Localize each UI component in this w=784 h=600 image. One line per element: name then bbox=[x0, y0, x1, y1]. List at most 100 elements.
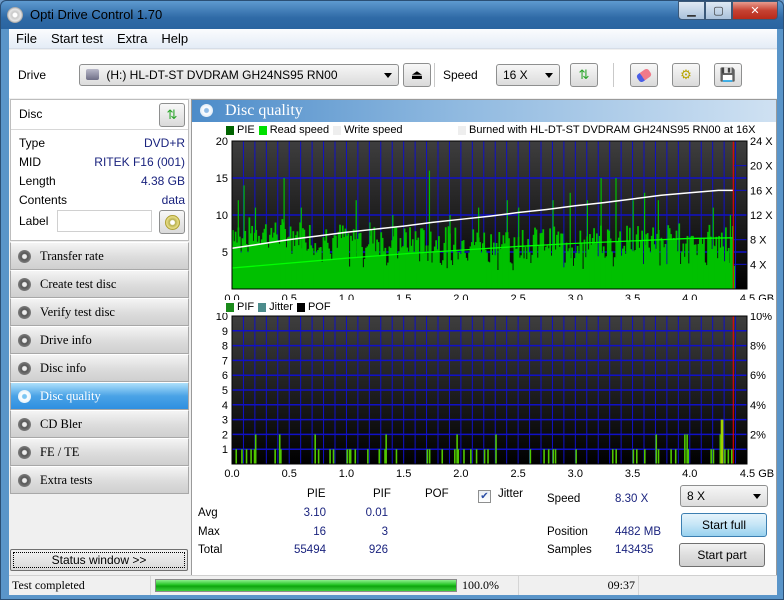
x-tick-label: 3.0 bbox=[568, 468, 583, 480]
y-tick-label: 6 bbox=[222, 370, 228, 382]
pif-bar bbox=[483, 449, 486, 464]
disc-refresh-button[interactable]: ⇅ bbox=[159, 103, 185, 127]
pif-bar bbox=[611, 449, 614, 464]
col-pif: PIF bbox=[373, 488, 391, 500]
pif-bar bbox=[245, 449, 248, 464]
legend-pof: POF bbox=[307, 301, 331, 313]
status-empty-cell bbox=[639, 576, 777, 595]
jitter-checkbox[interactable]: ✔ bbox=[478, 490, 491, 503]
menu-start-test[interactable]: Start test bbox=[44, 29, 110, 48]
x-tick-label: 4.0 bbox=[682, 468, 697, 480]
nav-fe-te[interactable]: FE / TE bbox=[10, 438, 189, 466]
pif-bar bbox=[644, 449, 646, 464]
menu-file[interactable]: File bbox=[9, 29, 44, 48]
pif-bar bbox=[457, 449, 460, 464]
menu-extra[interactable]: Extra bbox=[110, 29, 154, 48]
y-right-tick-label: 6% bbox=[750, 370, 766, 382]
x-tick-label: 0.0 bbox=[224, 468, 239, 480]
speed-select[interactable]: 16 X bbox=[496, 64, 560, 86]
nav-disc-quality[interactable]: Disc quality bbox=[10, 382, 189, 410]
pie-spike bbox=[428, 170, 431, 289]
nav-drive-info[interactable]: Drive info bbox=[10, 326, 189, 354]
save-button[interactable]: 💾 bbox=[714, 63, 742, 87]
erase-button[interactable] bbox=[630, 63, 658, 87]
erase-icon bbox=[635, 67, 653, 83]
disc-test-icon bbox=[18, 418, 31, 431]
col-pof: POF bbox=[425, 488, 449, 500]
disc-label-button[interactable] bbox=[159, 210, 185, 234]
title-bar[interactable]: Opti Drive Control 1.70 ▁ ▢ ✕ bbox=[1, 1, 783, 29]
disc-header-title: Disc bbox=[19, 107, 43, 121]
field-value: RITEK F16 (001) bbox=[94, 155, 185, 169]
speed-label: Speed bbox=[443, 68, 478, 82]
status-window-button[interactable]: Status window >> bbox=[10, 549, 188, 571]
samples-label: Samples bbox=[547, 544, 592, 556]
field-key: Contents bbox=[19, 193, 68, 207]
pif-bar bbox=[635, 449, 638, 464]
chevron-down-icon bbox=[384, 73, 392, 78]
pif-bar bbox=[463, 449, 465, 464]
nav-verify-test-disc[interactable]: Verify test disc bbox=[10, 298, 189, 326]
nav-label: Drive info bbox=[40, 333, 92, 347]
toolbar-divider bbox=[613, 63, 614, 87]
elapsed-time: 09:37 bbox=[519, 576, 639, 595]
cd-icon bbox=[164, 214, 180, 230]
y-tick-label: 5 bbox=[222, 385, 228, 397]
eject-icon: ⏏ bbox=[410, 67, 424, 83]
nav-extra-tests[interactable]: Extra tests bbox=[10, 466, 189, 494]
save-icon: 💾 bbox=[719, 67, 737, 83]
refresh-button[interactable]: ⇅ bbox=[570, 63, 598, 87]
y-right-tick-label: 10% bbox=[750, 313, 772, 323]
avg-pie: 3.10 bbox=[303, 507, 326, 519]
pie-spike bbox=[615, 178, 617, 289]
x-tick-label: 4.5 GB bbox=[740, 468, 774, 480]
nav-label: Disc info bbox=[40, 361, 87, 375]
disc-test-icon bbox=[18, 306, 31, 319]
y-right-tick-label: 4% bbox=[750, 400, 766, 412]
status-bar: Test completed 100.0% 09:37 bbox=[9, 575, 777, 595]
x-tick-label: 1.0 bbox=[339, 468, 354, 480]
settings-button[interactable]: ⚙ bbox=[672, 63, 700, 87]
disc-label-input[interactable] bbox=[57, 210, 152, 232]
nav-disc-info[interactable]: Disc info bbox=[10, 354, 189, 382]
test-speed-select[interactable]: 8 X bbox=[680, 485, 768, 507]
pie-spike bbox=[237, 200, 239, 289]
disc-field-contents: Contents data bbox=[19, 193, 185, 211]
total-pif: 926 bbox=[368, 544, 388, 556]
pif-bar bbox=[495, 434, 497, 464]
nav-cd-bler[interactable]: CD Bler bbox=[10, 410, 189, 438]
eject-button[interactable]: ⏏ bbox=[403, 63, 431, 87]
start-full-button[interactable]: Start full bbox=[681, 513, 767, 537]
x-tick-label: 1.5 bbox=[396, 293, 411, 300]
pif-bar bbox=[441, 449, 444, 464]
pie-spike bbox=[355, 200, 357, 289]
pie-spike bbox=[729, 215, 732, 289]
y-tick-label: 15 bbox=[216, 173, 228, 185]
disc-test-icon bbox=[18, 446, 31, 459]
speed-stat-label: Speed bbox=[547, 493, 581, 505]
close-button[interactable]: ✕ bbox=[732, 1, 778, 20]
nav-transfer-rate[interactable]: Transfer rate bbox=[10, 242, 189, 270]
pif-bar bbox=[346, 449, 349, 464]
pif-bar bbox=[241, 449, 243, 464]
pie-spike bbox=[478, 207, 480, 289]
pif-bar bbox=[250, 449, 252, 464]
toolbar-divider bbox=[434, 63, 435, 87]
nav-create-test-disc[interactable]: Create test disc bbox=[10, 270, 189, 298]
field-value: 4.38 GB bbox=[140, 174, 185, 188]
disc-test-icon bbox=[18, 334, 31, 347]
test-speed-value: 8 X bbox=[687, 489, 706, 503]
bottom-chart-legend: PIF Jitter POF bbox=[222, 301, 331, 313]
x-tick-label: 3.5 bbox=[625, 293, 640, 300]
minimize-button[interactable]: ▁ bbox=[678, 1, 705, 20]
nav-label: Create test disc bbox=[40, 277, 117, 291]
pif-bar bbox=[632, 449, 635, 464]
jitter-swatch bbox=[258, 302, 267, 312]
maximize-button[interactable]: ▢ bbox=[705, 1, 732, 20]
menu-help[interactable]: Help bbox=[154, 29, 195, 48]
start-part-button[interactable]: Start part bbox=[679, 543, 765, 567]
drive-label: Drive bbox=[18, 68, 47, 82]
minimize-icon: ▁ bbox=[687, 4, 696, 17]
pif-bar bbox=[426, 449, 429, 464]
drive-select[interactable]: (H:) HL-DT-ST DVDRAM GH24NS95 RN00 bbox=[79, 64, 399, 86]
